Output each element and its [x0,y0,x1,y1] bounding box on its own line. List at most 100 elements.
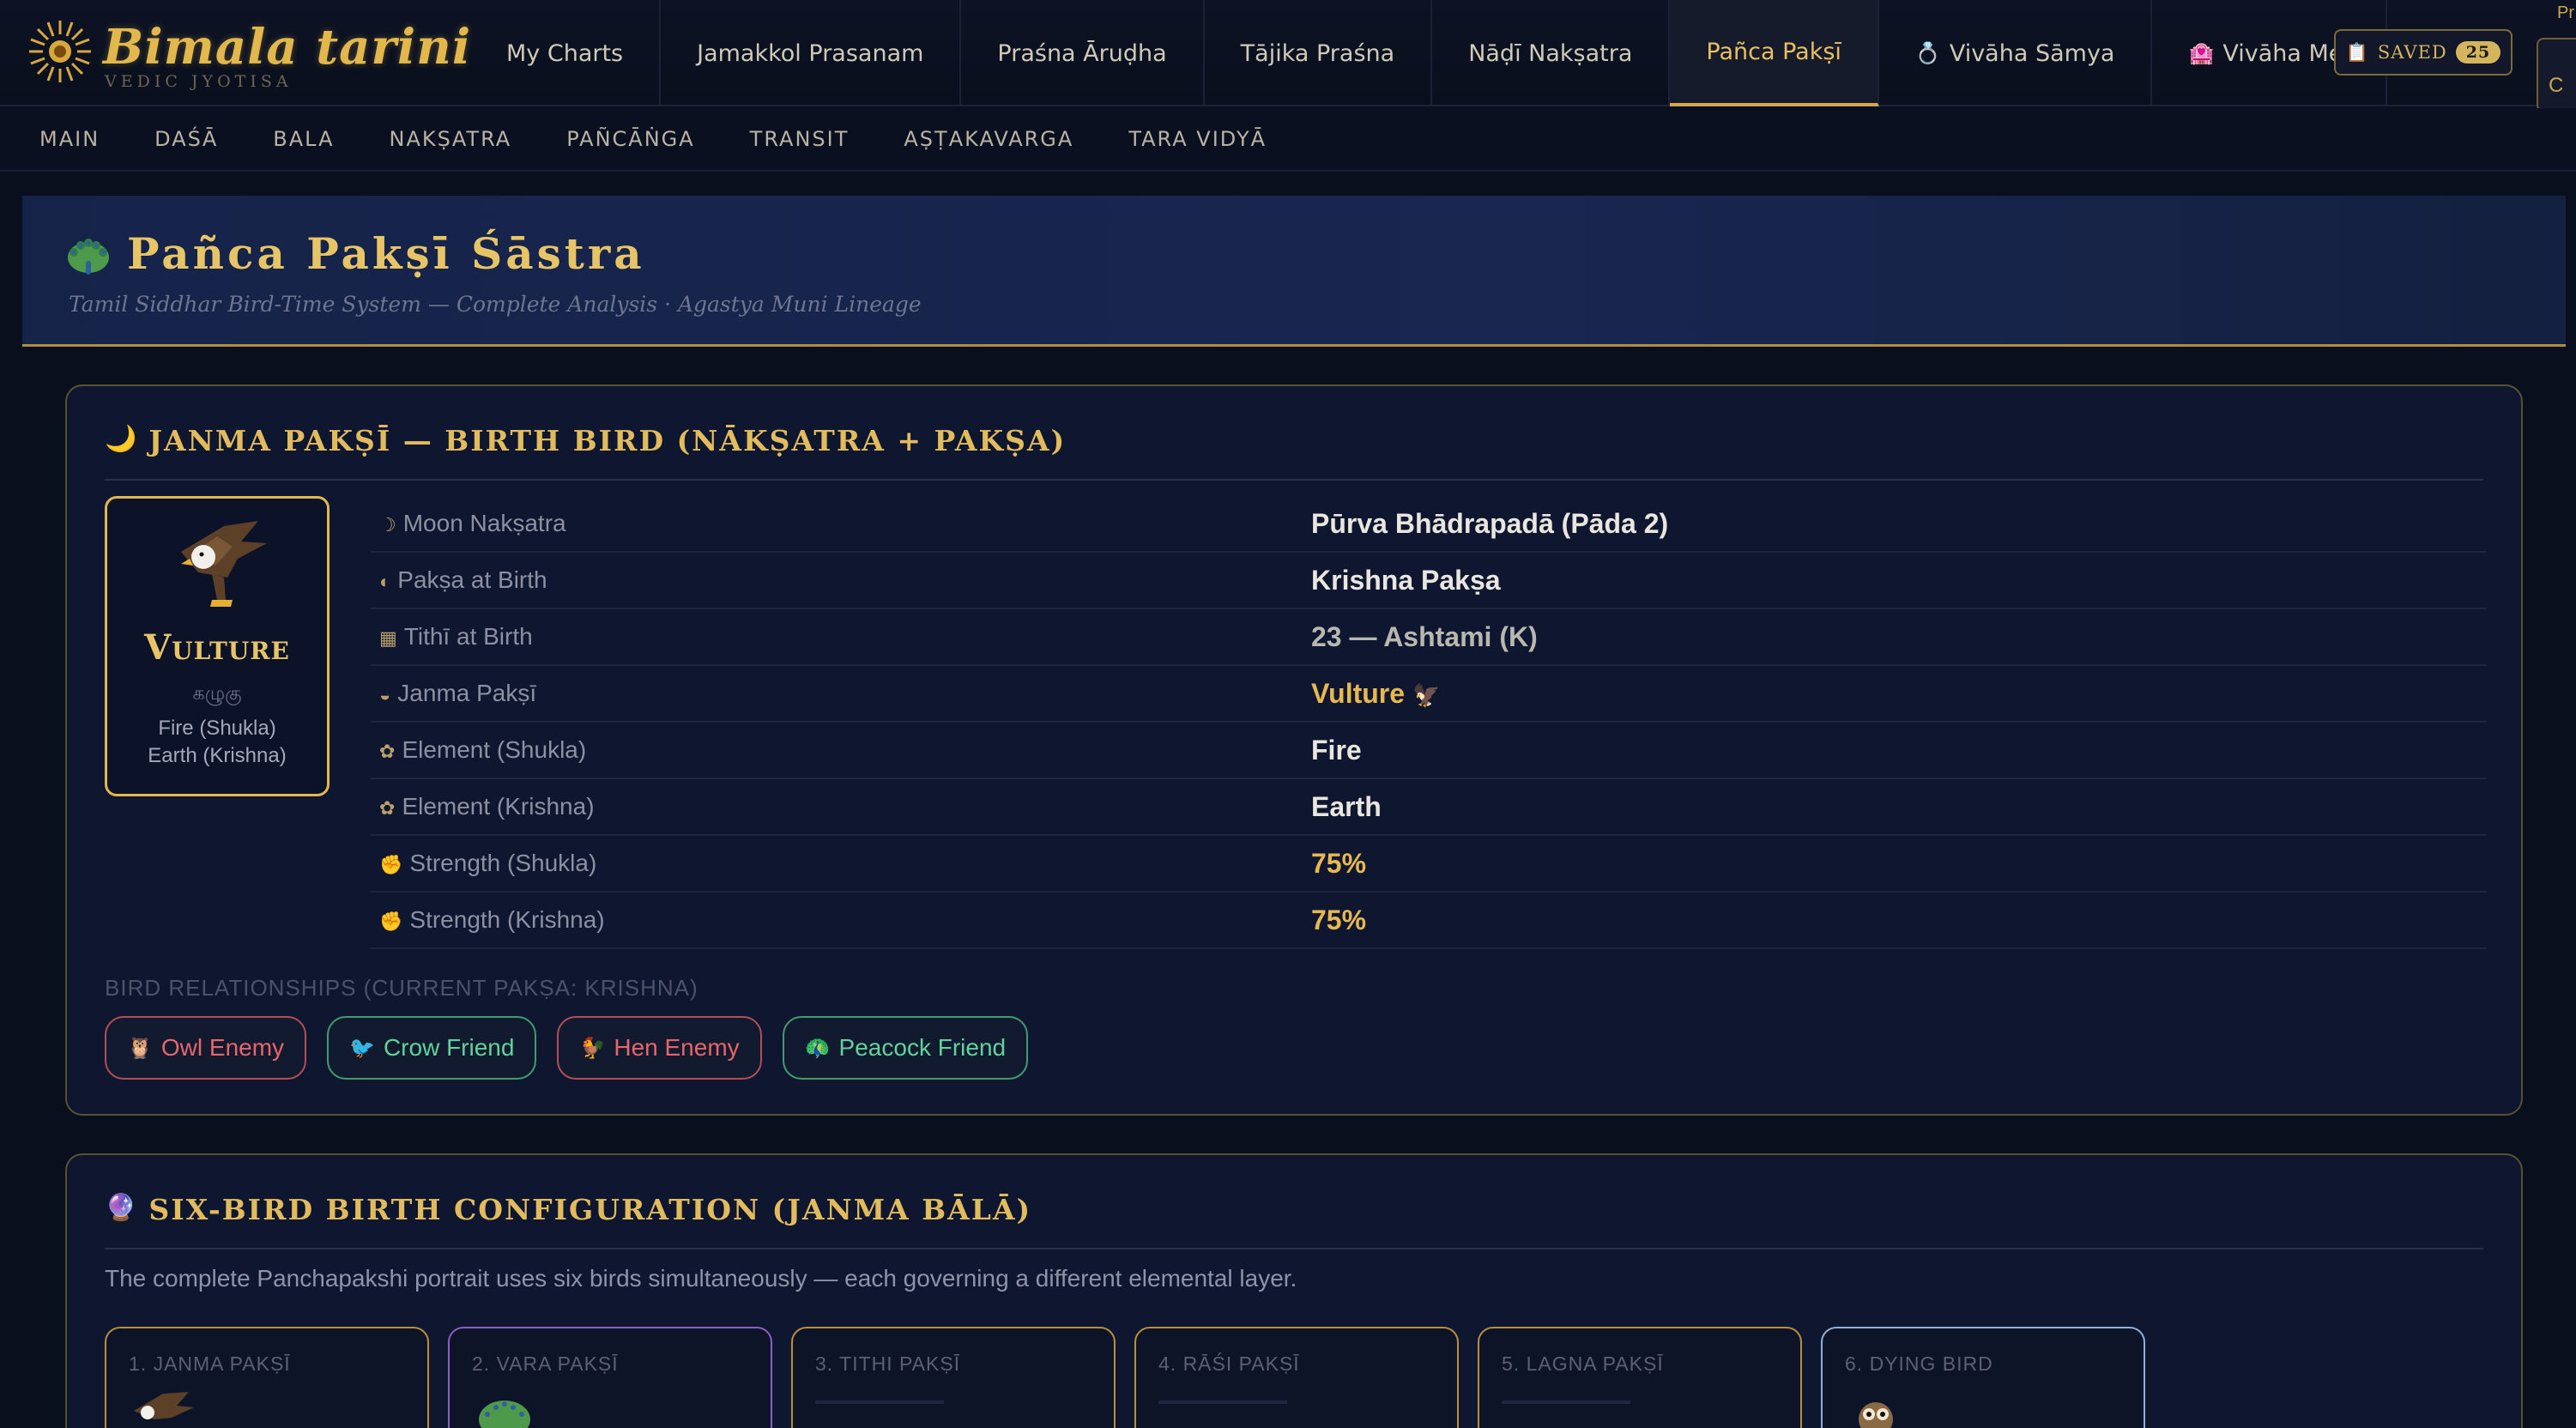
vulture-icon [134,1392,194,1419]
nav-vivaha-samya[interactable]: 💍 Vivāha Sāmya [1879,0,2153,106]
bird-card-label: 1. Janma Pakṣī [129,1352,291,1375]
nav-label: Vivāha Sāmya [1949,39,2115,67]
nav-prasna-arudha[interactable]: Praśna Āruḍha [961,0,1205,106]
page-header: Pañca Pakṣī Śāstra Tamil Siddhar Bird-Ti… [22,196,2566,347]
bird-card-label: 3. Tithi Pakṣī [815,1352,961,1375]
row-label: ✊ Strength (Krishna) [379,906,605,934]
row-value: Earth [1311,790,1382,822]
leaf-icon: ✿ [379,797,396,819]
row-label: ◐ Pakṣa at Birth [379,566,547,594]
ring-icon: 💍 [1914,41,1941,65]
row-label: ✊ Strength (Shukla) [379,850,596,877]
bird-card-janma[interactable]: 1. Janma Pakṣī [105,1327,429,1428]
row-label-text: Element (Shukla) [402,736,587,763]
nav-jamakkol-prasanam[interactable]: Jamakkol Prasanam [661,0,962,106]
table-row: ☽ Moon Nakṣatra Pūrva Bhādrapadā (Pāda 2) [371,496,2487,553]
row-label-text: Strength (Krishna) [409,906,605,933]
nav-tajika-prasna[interactable]: Tājika Praśna [1205,0,1433,106]
row-label: ◒ Janma Pakṣī [379,680,536,707]
saved-label: Saved [2377,42,2447,63]
janma-paksi-card: 🌙 Janma Pakṣī — Birth Bird (Nākṣatra + P… [65,384,2523,1116]
chip-bird: Peacock [838,1034,931,1061]
relationship-chip-owl[interactable]: 🦉 Owl Enemy [105,1016,307,1080]
birth-bird-element-shukla: Fire (Shukla) [158,717,276,740]
row-label: ▦ Tithī at Birth [379,623,533,650]
row-label-text: Element (Krishna) [402,793,595,820]
page-subtitle: Tamil Siddhar Bird-Time System — Complet… [69,292,922,317]
row-value: Krishna Pakṣa [1311,564,1501,596]
row-label-text: Moon Nakṣatra [402,510,566,536]
subnav-tara-vidya[interactable]: Tara Vidyā [1128,127,1267,151]
janma-details-table: ☽ Moon Nakṣatra Pūrva Bhādrapadā (Pāda 2)… [371,496,2487,949]
table-row: ✿ Element (Shukla) Fire [371,723,2487,779]
subnav-transit[interactable]: Transit [750,127,850,151]
vulture-icon [181,521,267,607]
saved-count-badge: 25 [2455,41,2501,64]
subnav-bala[interactable]: Bala [273,127,334,151]
row-label: ✿ Element (Krishna) [379,793,595,820]
bird-card-tithi[interactable]: 3. Tithi Pakṣī [791,1327,1116,1428]
brand-name: Bimala tarini [103,19,472,76]
bird-card-label: 2. Vara Pakṣī [472,1352,619,1375]
chip-relation: Enemy [664,1034,740,1061]
bird-card-label: 5. Lagna Pakṣī [1502,1352,1664,1375]
sun-logo-icon [29,21,91,82]
subnav-astakavarga[interactable]: Aṣṭakavarga [904,127,1073,151]
subnav-main[interactable]: Main [39,127,100,151]
row-label-text: Pakṣa at Birth [397,566,547,593]
table-row: ✊ Strength (Krishna) 75% [371,892,2487,949]
chip-bird: Hen [614,1034,658,1061]
corner-top-text: Pr [2557,3,2574,22]
bird-card-lagna[interactable]: 5. Lagna Pakṣī [1478,1327,1802,1428]
bird-card-label: 6. Dying Bird [1845,1352,1993,1375]
subnav-naksatra[interactable]: Nakṣatra [390,127,512,151]
birth-bird-name: Vulture [144,627,290,668]
bird-card-rasi[interactable]: 4. Rāśi Pakṣī [1134,1327,1459,1428]
moon-icon: ☽ [379,514,396,536]
chip-relation: Friend [446,1034,515,1061]
bird-card-label: 4. Rāśi Pakṣī [1158,1352,1300,1375]
crow-icon: 🐦 [349,1036,375,1060]
row-label: ☽ Moon Nakṣatra [379,510,566,537]
nav-label: Jamakkol Prasanam [697,39,924,67]
nav-nadi-naksatra[interactable]: Nāḍī Nakṣatra [1432,0,1671,106]
bird-card-dying[interactable]: 6. Dying Bird [1821,1327,2145,1428]
bird-card-vara[interactable]: 2. Vara Pakṣī [448,1327,772,1428]
calendar-icon: ▦ [379,627,397,649]
placeholder-bar [815,1401,944,1404]
six-bird-card: 🔮 Six-Bird Birth Configuration (Janma Bā… [65,1153,2523,1428]
card-title: 🔮 Six-Bird Birth Configuration (Janma Bā… [105,1193,2483,1250]
nav-label: My Charts [506,39,624,67]
peacock-icon: 🦚 [804,1036,831,1060]
peacock-icon [479,1401,530,1428]
peacock-icon [68,239,109,275]
birth-bird-tamil: கழுகு [192,682,242,704]
subnav-dasa[interactable]: Daśā [154,127,218,151]
card-title: 🌙 Janma Pakṣī — Birth Bird (Nākṣatra + P… [105,424,2483,481]
corner-panel-label: C [2549,74,2564,97]
nav-my-charts[interactable]: My Charts [470,0,662,106]
bird-icon: ◒ [379,684,391,705]
corner-panel[interactable]: C [2537,38,2576,112]
row-value: 23 — Ashtami (K) [1311,620,1538,652]
brand-tagline: Vedic Jyotisa [105,72,293,91]
nav-panca-paksi[interactable]: Pañca Pakṣī [1670,0,1879,106]
six-bird-title-text: Six-Bird Birth Configuration (Janma Bālā… [148,1193,1032,1226]
row-value: 75% [1311,847,1367,879]
relationship-chip-crow[interactable]: 🐦 Crow Friend [327,1016,537,1080]
relationship-chips: 🦉 Owl Enemy 🐦 Crow Friend 🐓 Hen Enemy 🦚 … [105,1016,1029,1080]
subnav-pancanga[interactable]: Pañcāṅga [566,127,694,151]
chip-bird: Owl [160,1034,203,1061]
saved-button[interactable]: 📋 Saved 25 [2334,29,2513,76]
relationship-chip-peacock[interactable]: 🦚 Peacock Friend [782,1016,1029,1080]
table-row: ◒ Janma Pakṣī Vulture 🦅 [371,666,2487,723]
janma-title-text: Janma Pakṣī — Birth Bird (Nākṣatra + Pak… [148,424,1067,457]
page-title: Pañca Pakṣī Śāstra [127,228,645,279]
flexed-arm-icon: ✊ [379,854,403,875]
row-value: Fire [1311,734,1362,765]
relationship-chip-hen[interactable]: 🐓 Hen Enemy [557,1016,762,1080]
row-label: ✿ Element (Shukla) [379,736,586,764]
chip-bird: Crow [383,1034,440,1061]
app-logo[interactable]: Bimala tarini Vedic Jyotisa [26,15,470,93]
table-row: ✊ Strength (Shukla) 75% [371,836,2487,892]
